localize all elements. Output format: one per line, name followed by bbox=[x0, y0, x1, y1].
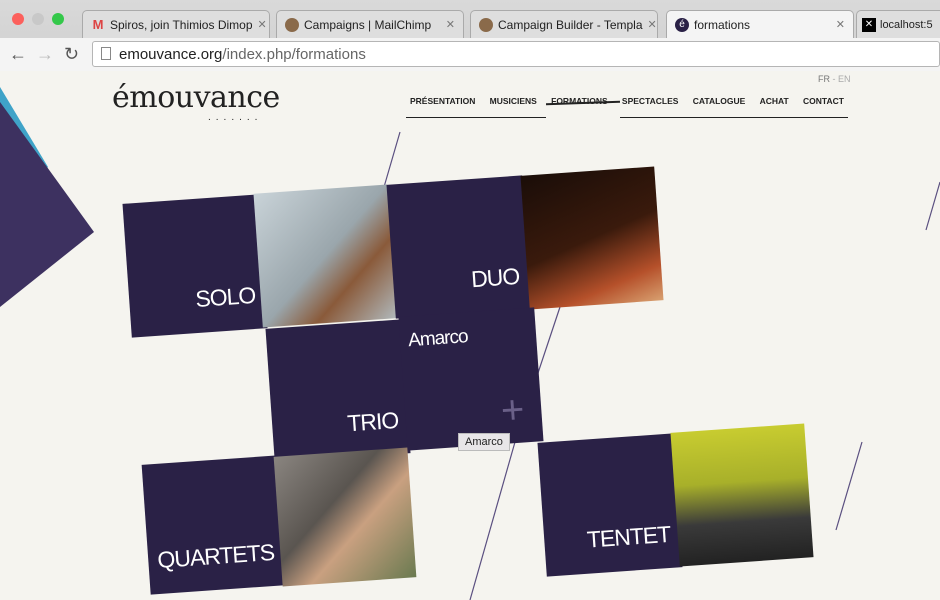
photo-solo[interactable] bbox=[253, 184, 397, 328]
logo-dots: ....... bbox=[208, 112, 263, 123]
language-switcher: FR - EN bbox=[818, 74, 851, 84]
gmail-icon: M bbox=[92, 17, 104, 32]
emouvance-icon: é bbox=[675, 17, 689, 32]
photo-tentet[interactable] bbox=[670, 423, 814, 567]
tile-trio[interactable]: TRIO bbox=[265, 319, 411, 463]
tab-title: formations bbox=[694, 17, 751, 32]
photo-quartets[interactable] bbox=[273, 447, 417, 587]
address-bar[interactable]: emouvance.org/index.php/formations bbox=[92, 41, 940, 67]
menu-presentation[interactable]: PRÉSENTATION bbox=[406, 96, 479, 106]
tile-solo[interactable]: SOLO bbox=[122, 194, 268, 338]
browser-tab[interactable]: Campaign Builder - Templa ✕ bbox=[470, 10, 658, 38]
url-host: emouvance.org bbox=[119, 46, 223, 63]
browser-tab[interactable]: Campaigns | MailChimp ✕ bbox=[276, 10, 464, 38]
menu-musiciens[interactable]: MUSICIENS bbox=[486, 96, 541, 106]
forward-icon[interactable]: → bbox=[36, 44, 54, 65]
tile-label: Amarco bbox=[407, 326, 469, 352]
menu-contact[interactable]: CONTACT bbox=[799, 96, 848, 106]
lang-en[interactable]: EN bbox=[838, 74, 851, 84]
close-tab-icon[interactable]: ✕ bbox=[648, 18, 657, 31]
site-logo[interactable]: émouvance bbox=[112, 80, 280, 115]
main-menu: PRÉSENTATION MUSICIENS FORMATIONS SPECTA… bbox=[406, 96, 848, 106]
page-icon bbox=[101, 47, 111, 60]
x-icon: ✕ bbox=[862, 17, 876, 32]
tab-title: Campaigns | MailChimp bbox=[304, 17, 432, 32]
tile-label: QUARTETS bbox=[156, 538, 275, 573]
maximize-window-button[interactable] bbox=[52, 13, 64, 25]
tab-title: Campaign Builder - Templa bbox=[498, 17, 643, 32]
menu-achat[interactable]: ACHAT bbox=[756, 96, 793, 106]
tile-tentet[interactable]: TENTET bbox=[537, 433, 683, 577]
minimize-window-button[interactable] bbox=[32, 13, 44, 25]
browser-tab[interactable]: M Spiros, join Thimios Dimop ✕ bbox=[82, 10, 270, 38]
browser-tab[interactable]: ✕ localhost:5 bbox=[856, 10, 940, 38]
plus-icon: + bbox=[499, 387, 525, 433]
back-icon[interactable]: ← bbox=[9, 44, 27, 65]
close-window-button[interactable] bbox=[12, 13, 24, 25]
reload-icon[interactable]: ↻ bbox=[64, 44, 79, 65]
tab-title: Spiros, join Thimios Dimop bbox=[110, 17, 253, 32]
lang-fr[interactable]: FR bbox=[818, 74, 830, 84]
lang-separator: - bbox=[830, 74, 838, 84]
photo-quartets-image bbox=[273, 447, 417, 587]
tooltip: Amarco bbox=[458, 433, 510, 451]
tile-quartets[interactable]: QUARTETS bbox=[141, 455, 287, 595]
photo-duo[interactable] bbox=[520, 166, 664, 310]
close-tab-icon[interactable]: ✕ bbox=[446, 18, 455, 31]
tile-label: DUO bbox=[470, 262, 521, 293]
menu-catalogue[interactable]: CATALOGUE bbox=[689, 96, 750, 106]
mailchimp-icon bbox=[285, 17, 299, 32]
close-tab-icon[interactable]: ✕ bbox=[836, 18, 845, 31]
window-controls bbox=[12, 13, 64, 25]
menu-underline bbox=[620, 117, 848, 118]
mailchimp-icon bbox=[479, 17, 493, 32]
tile-label: SOLO bbox=[194, 281, 257, 313]
browser-chrome: M Spiros, join Thimios Dimop ✕ Campaigns |… bbox=[0, 0, 940, 71]
tile-amarco[interactable]: Amarco + bbox=[398, 307, 544, 451]
close-tab-icon[interactable]: ✕ bbox=[258, 18, 267, 31]
browser-toolbar: ← → ↻ emouvance.org/index.php/formations bbox=[0, 38, 940, 71]
tile-label: TRIO bbox=[346, 406, 400, 437]
menu-underline bbox=[406, 117, 546, 118]
tile-label: TENTET bbox=[586, 520, 672, 553]
menu-spectacles[interactable]: SPECTACLES bbox=[618, 96, 683, 106]
tab-title: localhost:5 bbox=[880, 18, 933, 31]
browser-tab-active[interactable]: é formations ✕ bbox=[666, 10, 854, 38]
tile-duo[interactable]: DUO bbox=[386, 175, 532, 319]
page-content: émouvance ....... FR - EN PRÉSENTATION M… bbox=[0, 72, 940, 600]
url-path: /index.php/formations bbox=[222, 46, 366, 63]
